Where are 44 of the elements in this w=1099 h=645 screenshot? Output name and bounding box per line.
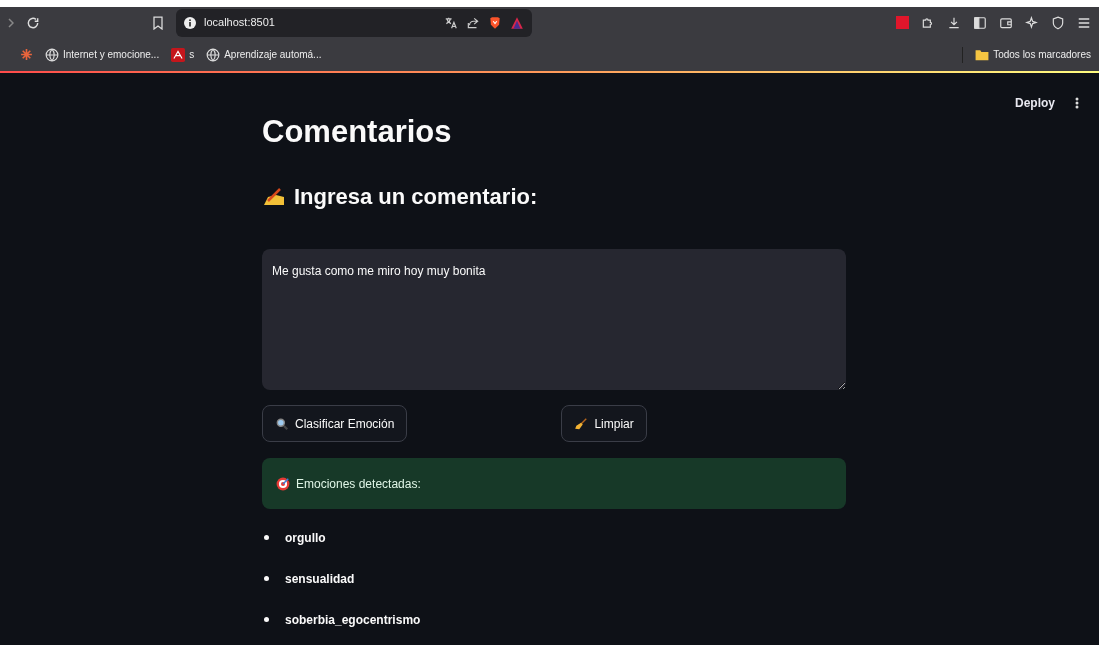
target-icon	[276, 476, 290, 491]
bullet-icon	[264, 617, 269, 622]
bookmark-link[interactable]: Aprendizaje automá...	[224, 47, 322, 62]
magnifier-icon	[275, 416, 289, 431]
puzzle-icon[interactable]	[921, 15, 935, 30]
url-text: localhost:8501	[204, 15, 275, 31]
bookmark-link[interactable]: s	[189, 47, 195, 62]
pdf-icon	[171, 47, 186, 62]
section-heading: Ingresa un comentario:	[294, 183, 538, 211]
burst-icon[interactable]	[20, 48, 33, 61]
share-icon[interactable]	[466, 15, 480, 30]
clear-button[interactable]: Limpiar	[561, 405, 647, 442]
lion-shield-icon[interactable]	[488, 15, 502, 30]
broom-icon	[574, 416, 589, 431]
bullet-icon	[264, 576, 269, 581]
reload-icon[interactable]	[26, 15, 40, 30]
globe-icon	[45, 47, 59, 62]
translate-icon[interactable]	[444, 15, 458, 30]
triangle-icon[interactable]	[510, 15, 524, 30]
banner-text: Emociones detectadas:	[296, 475, 421, 493]
classify-button[interactable]: Clasificar Emoción	[262, 405, 408, 442]
emotion-label: sensualidad	[285, 570, 355, 588]
bookmark-link[interactable]: Internet y emocione...	[63, 47, 160, 62]
emotion-label: orgullo	[285, 529, 326, 547]
bookmark-icon[interactable]	[152, 15, 164, 30]
shield-icon[interactable]	[1051, 15, 1065, 30]
comment-field[interactable]: Me gusta como me miro hoy muy bonita	[262, 249, 846, 390]
info-icon	[184, 16, 196, 29]
download-icon[interactable]	[947, 15, 961, 30]
folder-icon	[975, 48, 990, 61]
forward-icon[interactable]	[8, 17, 14, 28]
bookmark-link[interactable]: Todos los marcadores	[993, 47, 1091, 62]
sidebar-icon[interactable]	[973, 15, 987, 30]
emotion-label: soberbia_egocentrismo	[285, 611, 421, 629]
menu-icon[interactable]	[1077, 15, 1091, 30]
address-bar[interactable]: localhost:8501	[176, 8, 532, 37]
sparkle-icon[interactable]	[1025, 15, 1039, 30]
page-title: Comentarios	[262, 116, 453, 147]
wallet-icon[interactable]	[999, 15, 1013, 30]
bullet-icon	[264, 535, 269, 540]
deploy-button[interactable]: Deploy	[1015, 94, 1055, 112]
more-icon[interactable]	[1075, 97, 1079, 109]
writing-hand-icon	[262, 186, 286, 207]
globe-icon	[206, 47, 221, 62]
